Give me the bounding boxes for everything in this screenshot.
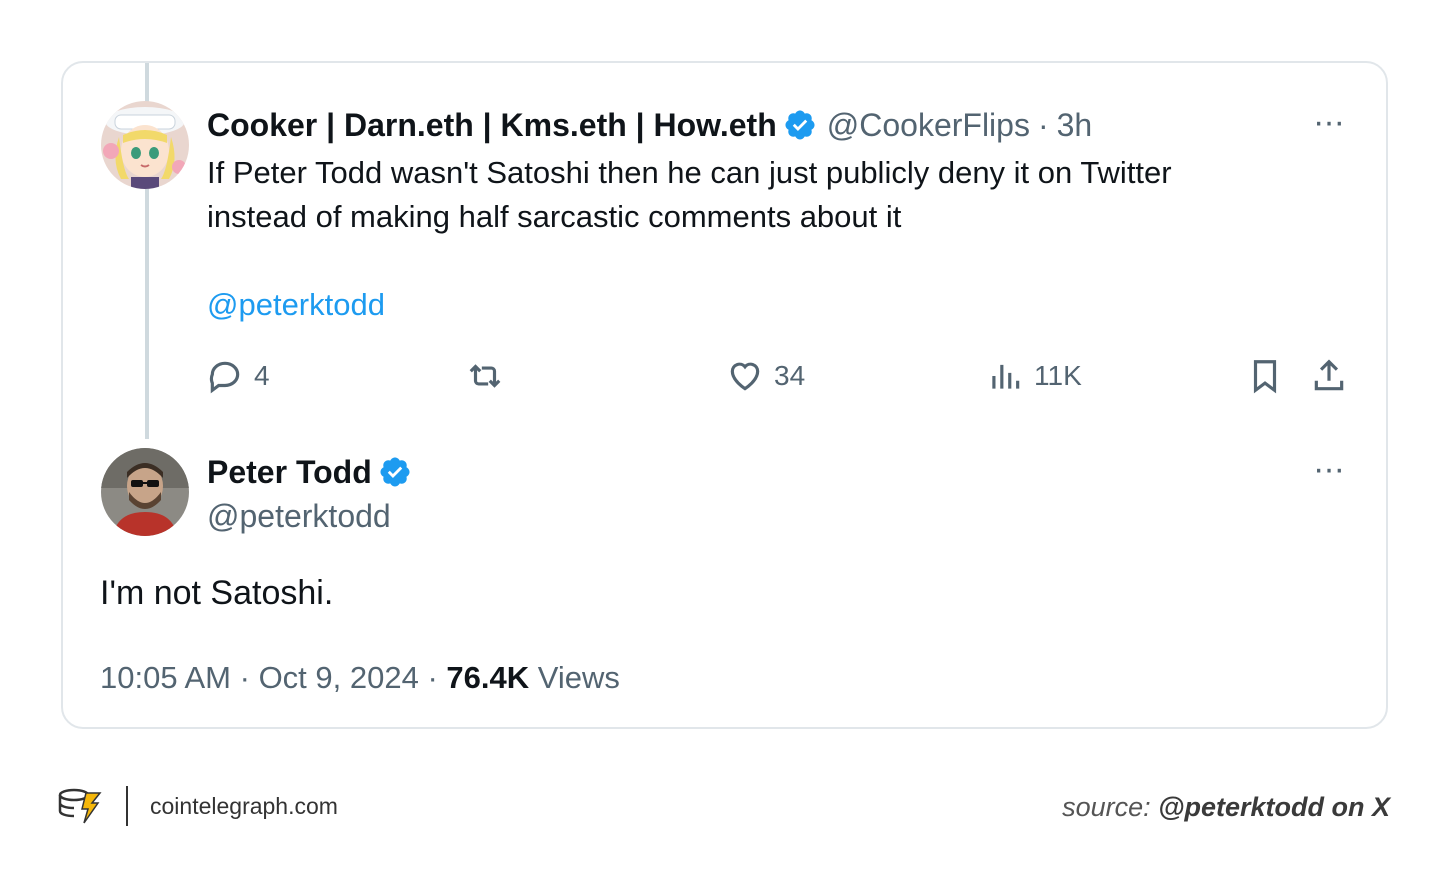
share-icon [1314,359,1344,391]
verified-icon [785,110,815,140]
views-count: 11K [1034,360,1082,391]
like-count: 34 [774,360,806,391]
quoted-separator: · [1037,106,1049,143]
retweet-icon [469,364,501,388]
quoted-handle[interactable]: @CookerFlips [827,107,1030,144]
brand-site[interactable]: cointelegraph.com [150,793,338,820]
like-icon [730,362,760,391]
main-tweet-text: I'm not Satoshi. [100,574,334,612]
views-total: 76.4K [446,660,530,695]
source-credit: source: @peterktodd on X [1062,792,1390,823]
avatar-cookerflips[interactable] [101,101,189,189]
tweet-date[interactable]: Oct 9, 2024 [259,660,419,695]
views-label: Views [537,660,620,695]
bookmark-button[interactable] [1246,357,1294,395]
quoted-display-name[interactable]: Cooker | Darn.eth | Kms.eth | How.eth [207,107,777,144]
quoted-tweet-text-line1: If Peter Todd wasn't Satoshi then he can… [207,155,1172,190]
brand-footer: cointelegraph.com [56,785,338,827]
retweet-button[interactable] [466,357,514,395]
mention-link[interactable]: @peterktodd [207,283,385,327]
brand-divider [126,786,128,826]
meta-separator-1: · [239,660,250,695]
meta-separator-2: · [427,660,438,695]
avatar-peterktodd[interactable] [101,448,189,536]
cointelegraph-logo-icon [58,788,102,824]
bookmark-icon [1253,360,1277,394]
reply-button[interactable]: 4 [206,357,270,395]
tweet-card: Cooker | Darn.eth | Kms.eth | How.eth @C… [61,61,1388,729]
reply-icon [209,361,240,394]
like-button[interactable]: 34 [726,357,805,395]
source-handle: @peterktodd on X [1158,792,1390,822]
verified-icon [380,457,410,487]
tweet-metadata: 10:05 AM · Oct 9, 2024 · 76.4K Views [100,660,620,696]
main-tweet-header: Peter Todd [207,450,412,494]
views-icon [992,364,1020,389]
quoted-tweet-header: Cooker | Darn.eth | Kms.eth | How.eth @C… [207,103,1092,147]
main-display-name[interactable]: Peter Todd [207,454,372,491]
tweet-time[interactable]: 10:05 AM [100,660,231,695]
share-button[interactable] [1310,357,1358,395]
source-prefix: source: [1062,792,1151,822]
views-button[interactable]: 11K [986,357,1082,395]
main-handle[interactable]: @peterktodd [207,494,391,538]
quoted-tweet-text-line2: instead of making half sarcastic comment… [207,199,902,234]
quoted-time[interactable]: 3h [1057,107,1093,144]
more-options-icon[interactable]: ··· [1313,103,1345,142]
more-options-icon[interactable]: ··· [1313,450,1345,489]
reply-count: 4 [254,360,270,391]
